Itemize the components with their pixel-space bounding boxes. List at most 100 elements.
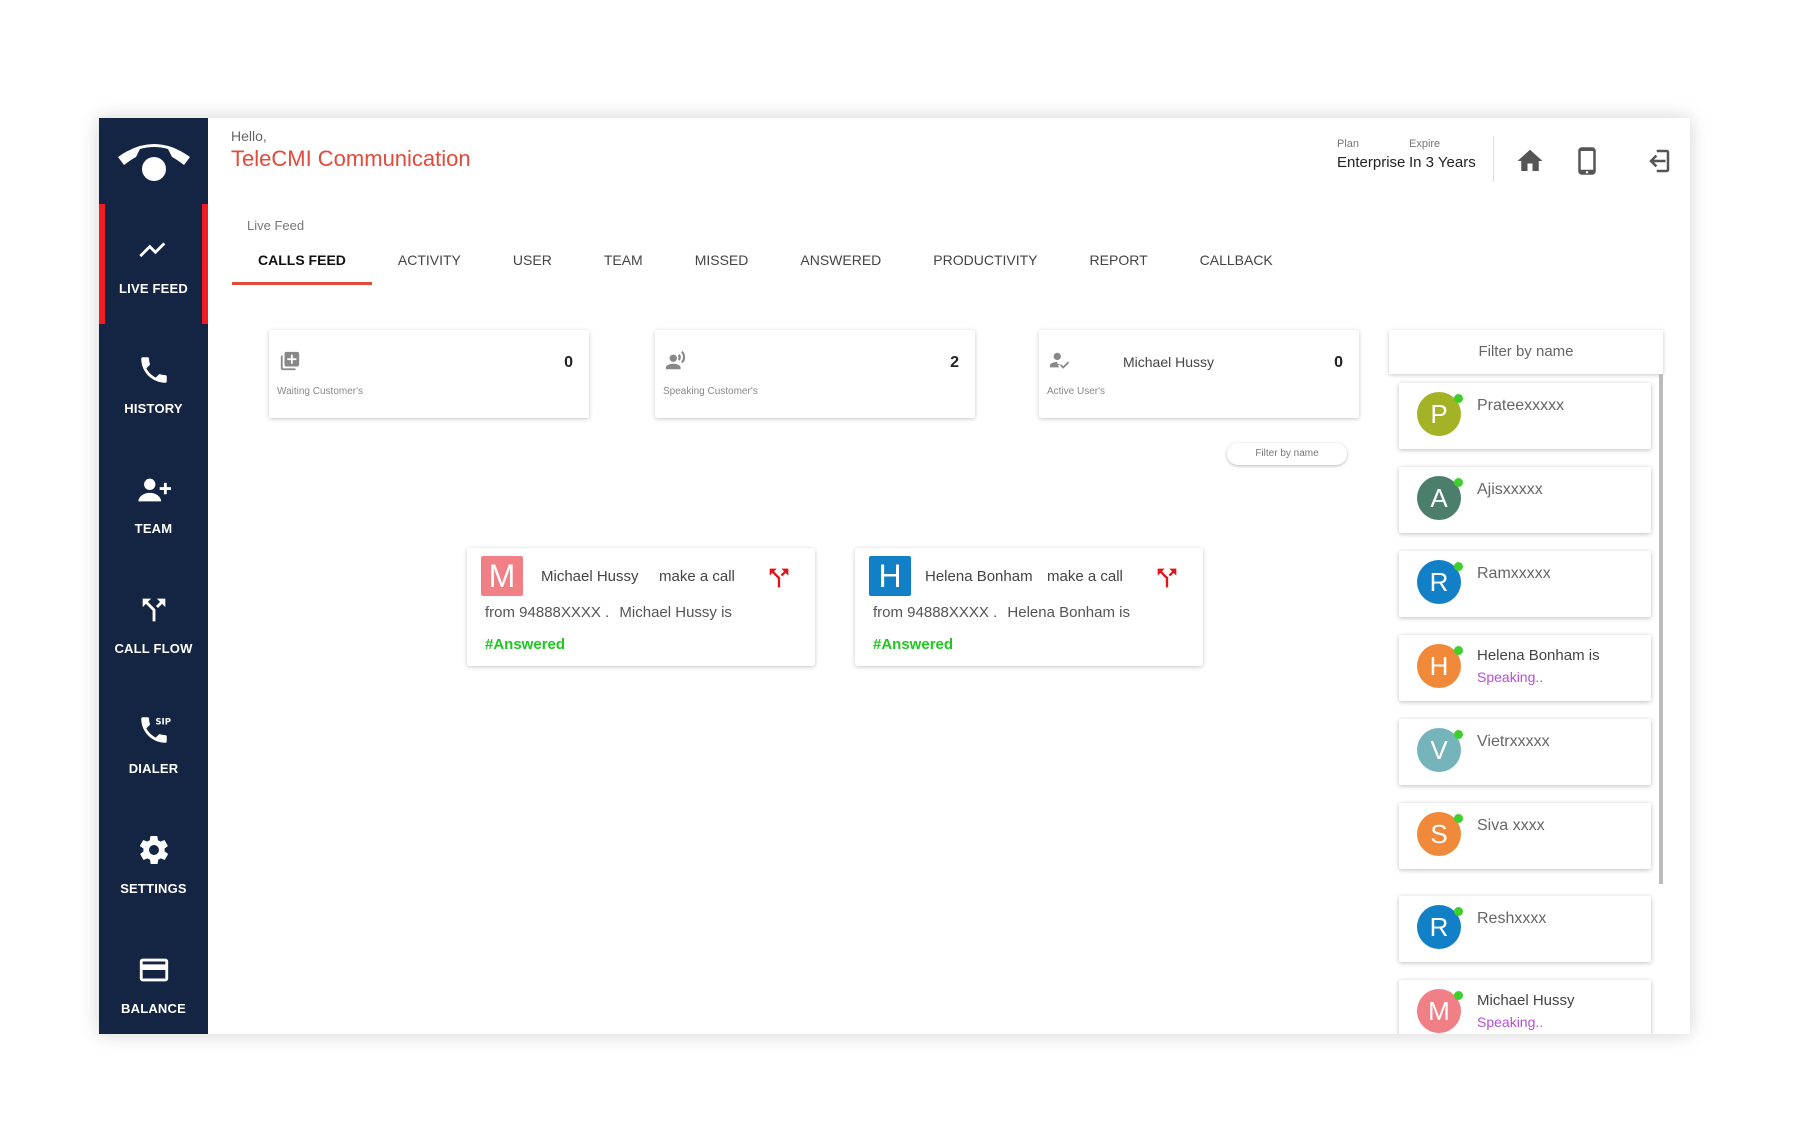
phone-icon bbox=[140, 356, 167, 383]
tab-missed[interactable]: MISSED bbox=[669, 238, 775, 282]
active-users-card: Michael Hussy 0 Active User's bbox=[1039, 330, 1359, 418]
online-status-dot bbox=[1454, 562, 1463, 571]
online-status-dot bbox=[1454, 907, 1463, 916]
sidebar: LIVE FEED HISTORY TEAM CALL FLOW SIP DIA… bbox=[99, 118, 208, 1034]
call-is-text: Michael Hussy is bbox=[619, 604, 732, 621]
logout-icon bbox=[1649, 149, 1670, 173]
trending-up-icon bbox=[138, 241, 165, 257]
user-name: Ajisxxxxx bbox=[1477, 481, 1543, 498]
active-user-name: Michael Hussy bbox=[1123, 354, 1215, 370]
call-from: from 94888XXXX . bbox=[873, 604, 998, 621]
home-button[interactable] bbox=[1515, 146, 1545, 176]
call-status: #Answered bbox=[873, 636, 954, 653]
online-status-dot bbox=[1454, 394, 1463, 403]
sidebar-item-balance[interactable]: BALANCE bbox=[99, 924, 208, 1034]
tab-answered[interactable]: ANSWERED bbox=[774, 238, 907, 282]
person-check-icon bbox=[1049, 352, 1070, 369]
speaking-label: Speaking Customer's bbox=[663, 386, 758, 397]
credit-card-icon bbox=[139, 958, 168, 981]
waiting-customers-card: 0 Waiting Customer's bbox=[269, 330, 589, 418]
call-card[interactable]: H Helena Bonham make a call from 94888XX… bbox=[855, 548, 1203, 666]
user-list-item[interactable]: M Michael Hussy Speaking.. bbox=[1399, 980, 1651, 1034]
tab-bar: CALLS FEED ACTIVITY USER TEAM MISSED ANS… bbox=[232, 238, 1299, 285]
gear-icon bbox=[139, 835, 168, 864]
user-filter-input[interactable]: Filter by name bbox=[1389, 330, 1663, 374]
call-split-icon bbox=[142, 598, 165, 621]
sidebar-item-label: LIVE FEED bbox=[119, 280, 188, 296]
sidebar-item-dialer[interactable]: SIP DIALER bbox=[99, 684, 208, 804]
sidebar-item-label: BALANCE bbox=[121, 1000, 186, 1016]
call-from: from 94888XXXX . bbox=[485, 604, 610, 621]
sidebar-item-history[interactable]: HISTORY bbox=[99, 324, 208, 444]
sidebar-item-team[interactable]: TEAM bbox=[99, 444, 208, 564]
tab-team[interactable]: TEAM bbox=[578, 238, 669, 282]
call-from-line: from 94888XXXX . Michael Hussy is bbox=[485, 604, 732, 621]
header-divider bbox=[1493, 136, 1494, 182]
logout-button[interactable] bbox=[1643, 146, 1673, 176]
tab-user[interactable]: USER bbox=[487, 238, 578, 282]
plan-info: Plan Enterprise bbox=[1337, 138, 1405, 171]
sidebar-item-live-feed[interactable]: LIVE FEED bbox=[99, 204, 208, 324]
expire-label: Expire bbox=[1409, 138, 1441, 150]
caller-avatar: H bbox=[869, 556, 911, 596]
user-list-item[interactable]: V Vietrxxxxx bbox=[1399, 719, 1651, 785]
speaking-count: 2 bbox=[950, 354, 959, 371]
call-from-line: from 94888XXXX . Helena Bonham is bbox=[873, 604, 1130, 621]
sidebar-item-settings[interactable]: SETTINGS bbox=[99, 804, 208, 924]
user-list-item[interactable]: R Reshxxxx bbox=[1399, 896, 1651, 962]
online-status-dot bbox=[1454, 991, 1463, 1000]
call-action: make a call bbox=[1047, 568, 1123, 585]
caller-name: Michael Hussy bbox=[541, 568, 639, 585]
sip-phone-icon: SIP bbox=[140, 716, 171, 743]
active-label: Active User's bbox=[1047, 386, 1106, 397]
online-status-dot bbox=[1454, 730, 1463, 739]
sidebar-item-label: HISTORY bbox=[124, 400, 183, 416]
call-action: make a call bbox=[659, 568, 735, 585]
sidebar-item-label: SETTINGS bbox=[120, 880, 187, 896]
call-is-text: Helena Bonham is bbox=[1007, 604, 1130, 621]
online-status-dot bbox=[1454, 646, 1463, 655]
telecmi-logo[interactable] bbox=[99, 118, 208, 208]
user-speaking-status: Speaking.. bbox=[1477, 669, 1544, 685]
call-card[interactable]: M Michael Hussy make a call from 94888XX… bbox=[467, 548, 815, 666]
call-status: #Answered bbox=[485, 636, 566, 653]
user-list-item[interactable]: S Siva xxxx bbox=[1399, 803, 1651, 869]
filter-by-name-input[interactable]: Filter by name bbox=[1227, 443, 1347, 465]
tab-calls-feed[interactable]: CALLS FEED bbox=[232, 238, 372, 285]
team-add-icon bbox=[137, 478, 171, 501]
call-split-icon bbox=[765, 564, 793, 592]
tab-activity[interactable]: ACTIVITY bbox=[372, 238, 487, 282]
tab-productivity[interactable]: PRODUCTIVITY bbox=[907, 238, 1063, 282]
call-split-icon bbox=[1153, 564, 1181, 592]
expire-info: Expire In 3 Years bbox=[1409, 138, 1476, 171]
user-name: Vietrxxxxx bbox=[1477, 733, 1550, 750]
caller-avatar: M bbox=[481, 556, 523, 596]
app-window: LIVE FEED HISTORY TEAM CALL FLOW SIP DIA… bbox=[99, 118, 1690, 1034]
user-speaking-status: Speaking.. bbox=[1477, 1014, 1544, 1030]
mobile-button[interactable] bbox=[1572, 146, 1602, 176]
live-feed-label: Live Feed bbox=[247, 218, 305, 233]
user-name: Michael Hussy bbox=[1477, 992, 1575, 1009]
user-list-item[interactable]: H Helena Bonham is Speaking.. bbox=[1399, 635, 1651, 701]
user-name: Reshxxxx bbox=[1477, 910, 1547, 927]
tab-report[interactable]: REPORT bbox=[1064, 238, 1174, 282]
sidebar-item-call-flow[interactable]: CALL FLOW bbox=[99, 564, 208, 684]
expire-value: In 3 Years bbox=[1409, 154, 1476, 171]
home-icon bbox=[1517, 149, 1543, 171]
online-status-dot bbox=[1454, 814, 1463, 823]
sidebar-item-label: DIALER bbox=[128, 760, 179, 776]
user-name: Prateexxxxx bbox=[1477, 397, 1565, 414]
user-list-item[interactable]: P Prateexxxxx bbox=[1399, 383, 1651, 449]
user-list-item[interactable]: R Ramxxxxx bbox=[1399, 551, 1651, 617]
sidebar-item-label: TEAM bbox=[134, 520, 173, 536]
user-name: Ramxxxxx bbox=[1477, 565, 1551, 582]
smartphone-icon bbox=[1578, 147, 1596, 175]
tab-callback[interactable]: CALLBACK bbox=[1174, 238, 1299, 282]
user-name: Helena Bonham is bbox=[1477, 647, 1600, 664]
user-list-item[interactable]: A Ajisxxxxx bbox=[1399, 467, 1651, 533]
user-list-scrollbar[interactable] bbox=[1659, 374, 1663, 884]
svg-text:SIP: SIP bbox=[155, 717, 171, 727]
online-status-dot bbox=[1454, 478, 1463, 487]
company-name: TeleCMI Communication bbox=[231, 146, 471, 171]
speaking-customers-card: 2 Speaking Customer's bbox=[655, 330, 975, 418]
